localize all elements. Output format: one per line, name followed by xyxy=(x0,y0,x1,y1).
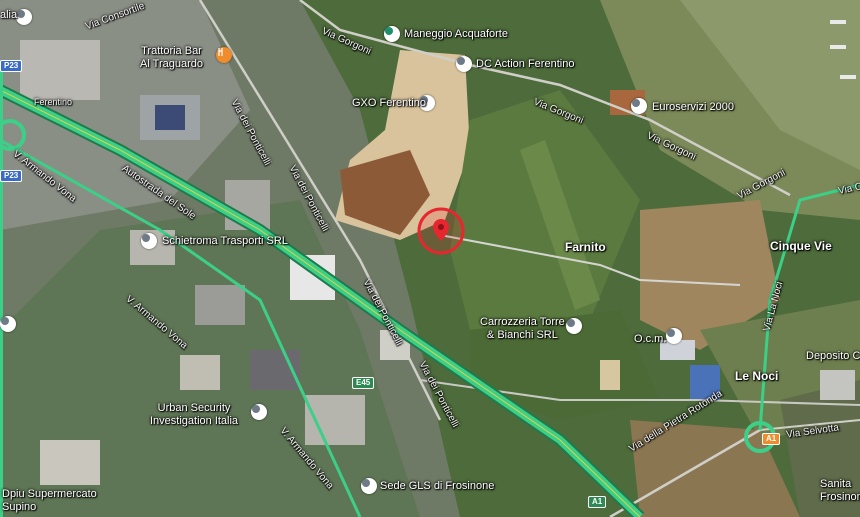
ocm-pin-icon[interactable] xyxy=(666,328,682,344)
poi-ocm-label[interactable]: O.c.m. xyxy=(634,333,666,346)
satellite-map[interactable]: Maneggio Acquaforte DC Action Ferentino … xyxy=(0,0,860,517)
poi-trattoria-label[interactable]: Trattoria Bar Al Traguardo xyxy=(140,45,203,71)
sanita-line1: Sanita xyxy=(820,478,852,490)
top-left-pin-icon[interactable] xyxy=(16,9,32,25)
trattoria-line2: Al Traguardo xyxy=(140,58,203,70)
poi-deposito-label[interactable]: Deposito Co xyxy=(806,350,860,363)
place-cinque-vie[interactable]: Cinque Vie xyxy=(770,240,832,253)
poi-sede-gls-label[interactable]: Sede GLS di Frosinone xyxy=(380,480,494,493)
poi-sanita-label[interactable]: Sanita Frosinon xyxy=(820,478,860,504)
poi-urban-security-label[interactable]: Urban Security Investigation Italia xyxy=(150,402,238,428)
left-edge-pin-icon[interactable] xyxy=(0,316,16,332)
euroservizi-pin-icon[interactable] xyxy=(631,98,647,114)
maneggio-pin-icon[interactable] xyxy=(384,26,400,42)
urban-line1: Urban Security xyxy=(157,402,231,414)
urban-line2: Investigation Italia xyxy=(150,415,239,427)
carrozzeria-line2: & Bianchi SRL xyxy=(486,329,558,341)
shield-e45: E45 xyxy=(352,377,375,389)
poi-top-left-label[interactable]: alia xyxy=(0,9,17,22)
poi-gxo-label[interactable]: GXO Ferentino xyxy=(352,97,426,110)
dpiu-line2: Supino xyxy=(2,501,37,513)
selected-location-marker[interactable] xyxy=(416,206,466,256)
poi-schietroma-label[interactable]: Schietroma Trasporti SRL xyxy=(162,235,288,248)
shield-roundabout: A1 xyxy=(762,433,781,445)
place-le-noci[interactable]: Le Noci xyxy=(735,370,778,383)
sanita-line2: Frosinon xyxy=(820,491,860,503)
road-ferentino: Ferentino xyxy=(34,97,73,107)
map-imagery xyxy=(0,0,860,517)
dc-action-pin-icon[interactable] xyxy=(456,56,472,72)
urban-security-pin-icon[interactable] xyxy=(251,404,267,420)
shield-p23-b: P23 xyxy=(0,170,23,182)
restaurant-icon[interactable] xyxy=(216,47,232,63)
poi-maneggio-label[interactable]: Maneggio Acquaforte xyxy=(404,28,508,41)
shield-a1: A1 xyxy=(588,496,607,508)
schietroma-pin-icon[interactable] xyxy=(141,233,157,249)
trattoria-line1: Trattoria Bar xyxy=(141,45,202,57)
carrozzeria-pin-icon[interactable] xyxy=(566,318,582,334)
shield-p23-a: P23 xyxy=(0,60,23,72)
carrozzeria-line1: Carrozzeria Torre xyxy=(480,316,565,328)
poi-dpiu-label[interactable]: Dpiu Supermercato Supino xyxy=(2,488,97,514)
poi-carrozzeria-label[interactable]: Carrozzeria Torre & Bianchi SRL xyxy=(480,316,565,342)
dpiu-line1: Dpiu Supermercato xyxy=(2,488,97,500)
sede-gls-pin-icon[interactable] xyxy=(361,478,377,494)
place-farnito[interactable]: Farnito xyxy=(565,241,606,254)
poi-dc-action-label[interactable]: DC Action Ferentino xyxy=(476,58,574,71)
poi-euroservizi-label[interactable]: Euroservizi 2000 xyxy=(652,101,734,114)
